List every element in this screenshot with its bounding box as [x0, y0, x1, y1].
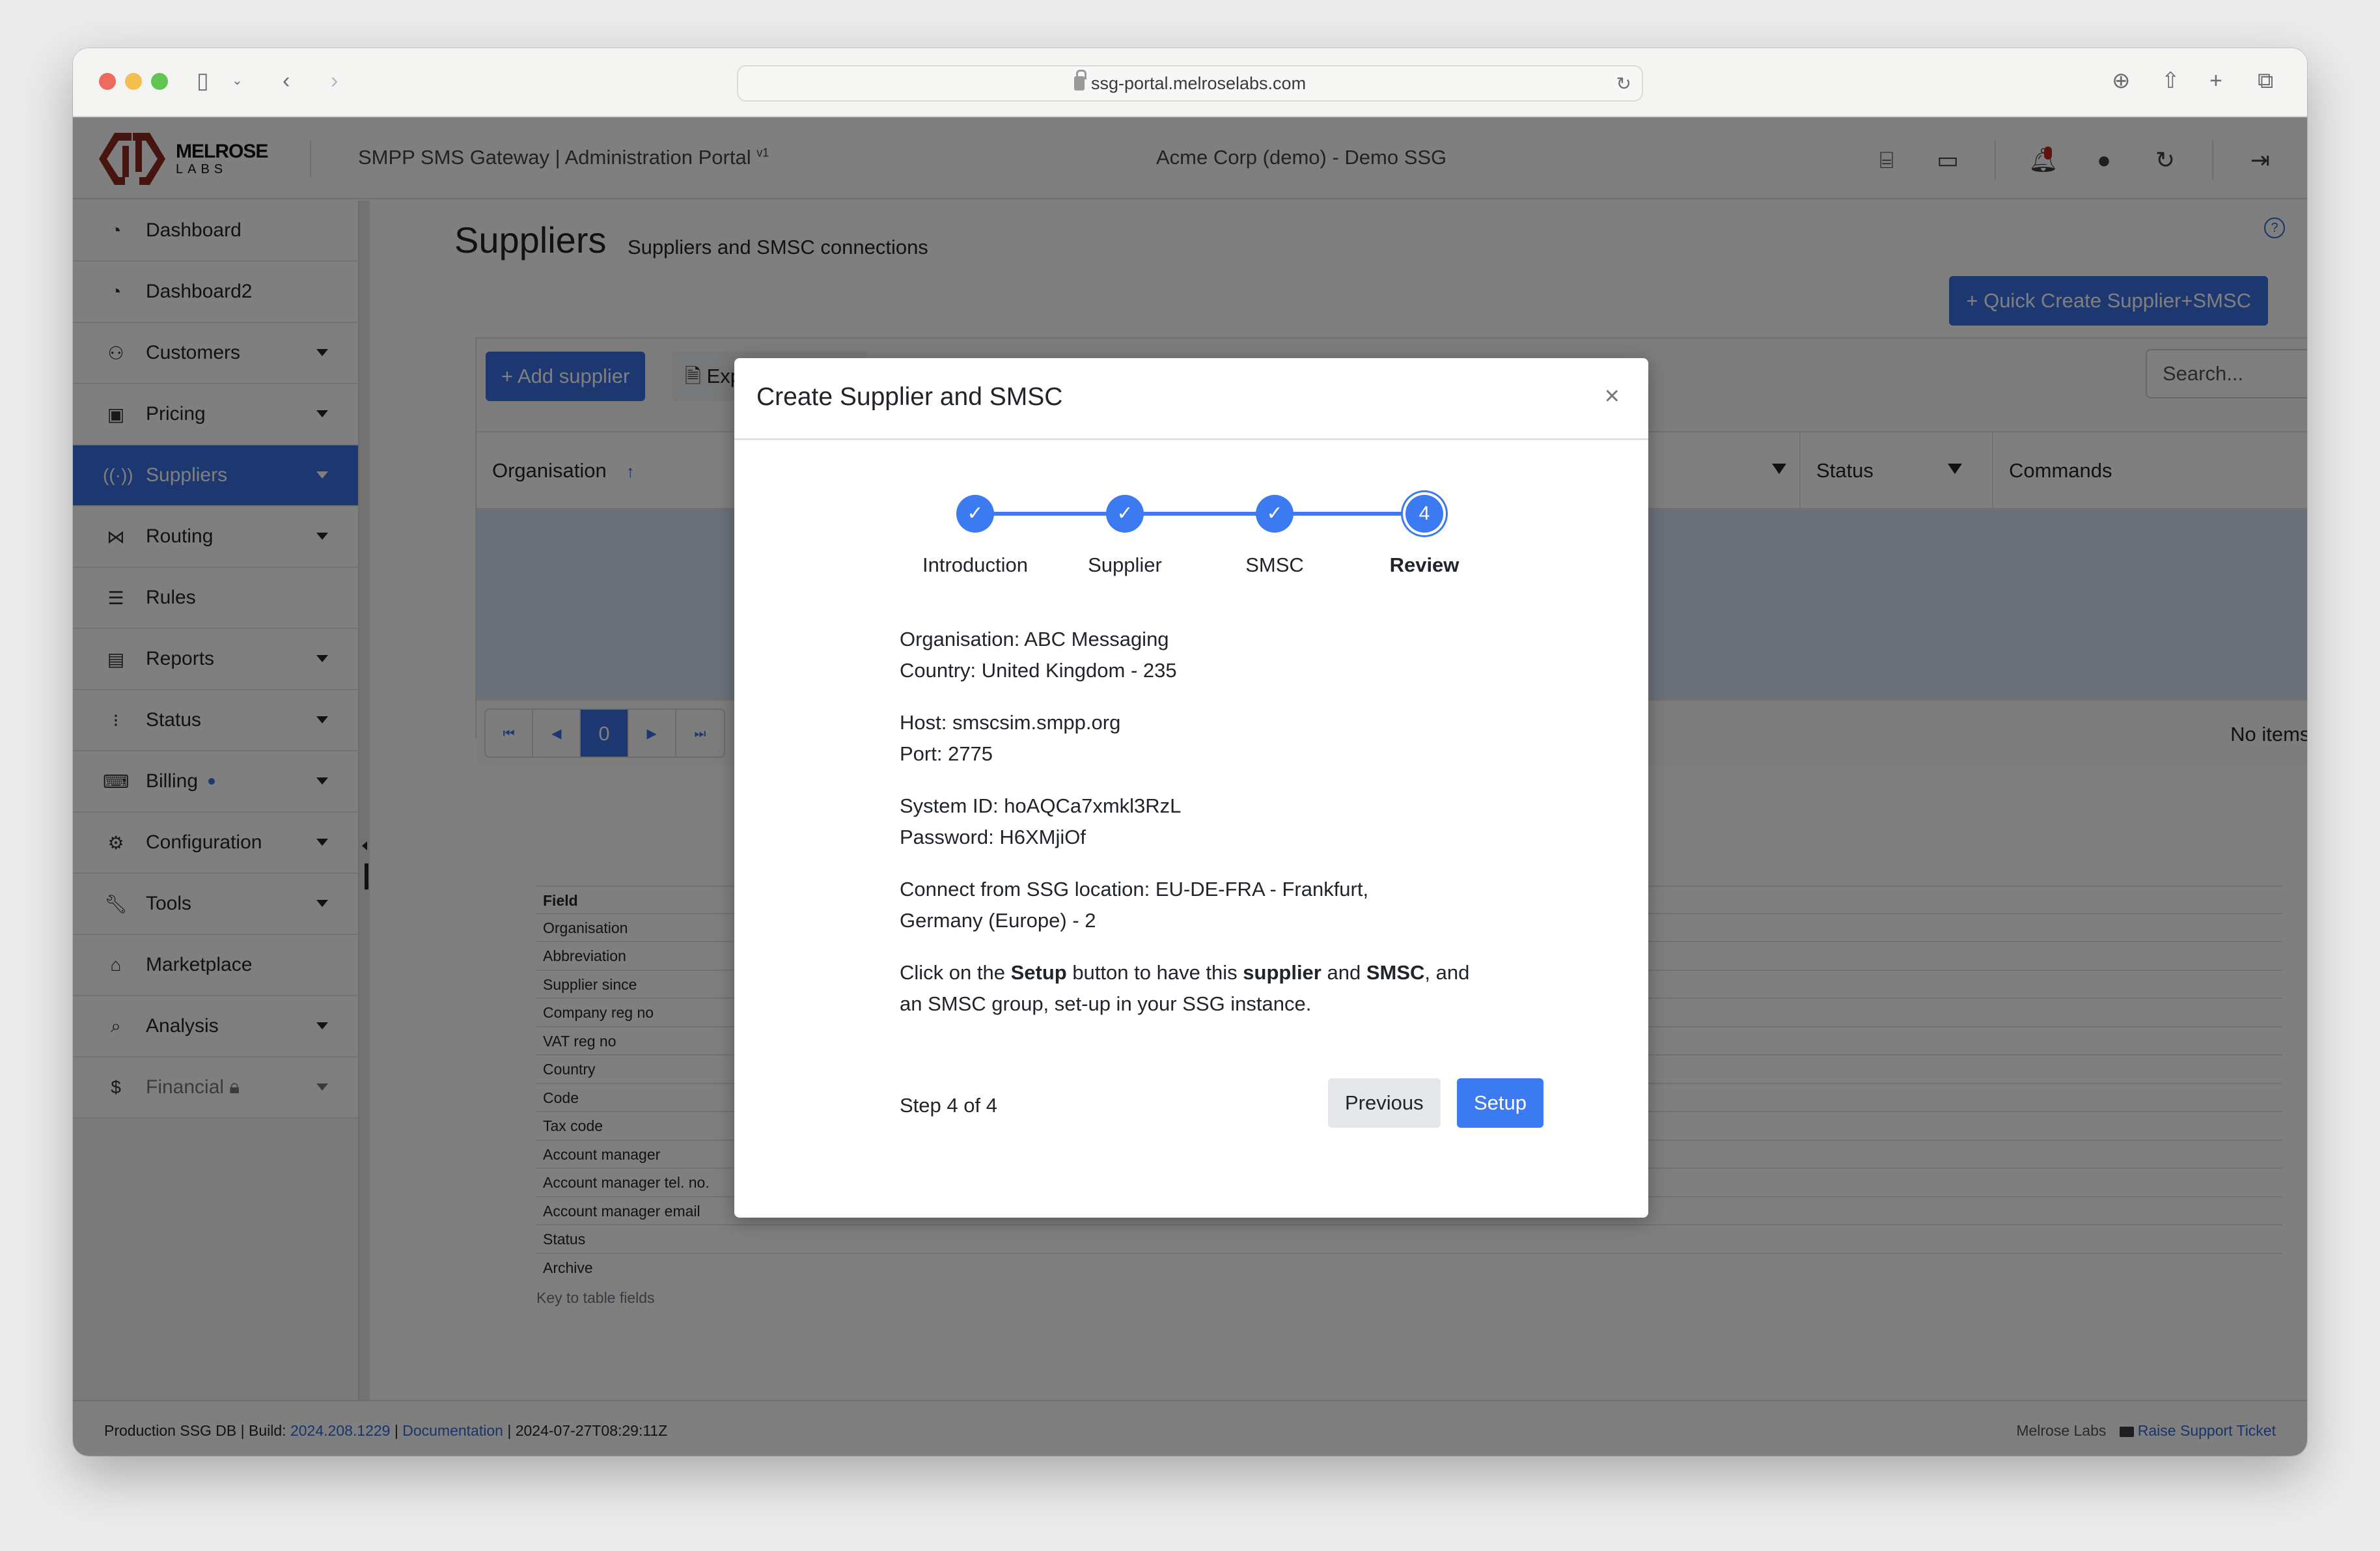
- step-supplier[interactable]: ✓ Supplier: [1053, 483, 1197, 577]
- review-country: Country: United Kingdom - 235: [900, 659, 1177, 682]
- step-number: 4: [1405, 495, 1443, 533]
- window-controls: [99, 73, 168, 90]
- new-tab-icon[interactable]: +: [2209, 68, 2222, 94]
- share-icon[interactable]: ⇧: [2161, 68, 2180, 94]
- step-label: Review: [1389, 553, 1460, 576]
- step-label: SMSC: [1245, 553, 1304, 576]
- review-summary: Organisation: ABC Messaging Country: Uni…: [900, 624, 1486, 1041]
- setup-button[interactable]: Setup: [1457, 1078, 1544, 1128]
- lock-icon: [1073, 70, 1086, 91]
- previous-button[interactable]: Previous: [1328, 1078, 1441, 1128]
- step-introduction[interactable]: ✓ Introduction: [904, 483, 1047, 577]
- review-port: Port: 2775: [900, 742, 993, 765]
- back-icon[interactable]: ‹: [283, 68, 290, 94]
- step-label: Supplier: [1088, 553, 1162, 576]
- instruction-text: Click on the: [900, 961, 1011, 984]
- review-system-id: System ID: hoAQCa7xmkl3RzL: [900, 794, 1182, 817]
- check-icon: ✓: [1106, 495, 1144, 533]
- instruction-text: and: [1321, 961, 1366, 984]
- sidebar-icon[interactable]: ▯: [197, 68, 209, 94]
- review-organisation-group: Organisation: ABC Messaging Country: Uni…: [900, 624, 1486, 686]
- review-location: Connect from SSG location: EU-DE-FRA - F…: [900, 878, 1369, 932]
- close-window-button[interactable]: [99, 73, 116, 90]
- step-smsc[interactable]: ✓ SMSC: [1203, 483, 1346, 577]
- browser-window: ▯ ⌄ ‹ › ssg-portal.melroselabs.com ↻ ⊕ ⇧…: [73, 48, 2307, 1456]
- reload-icon[interactable]: ↻: [1616, 73, 1631, 94]
- instruction-bold: SMSC: [1366, 961, 1425, 984]
- review-instructions: Click on the Setup button to have this s…: [900, 957, 1473, 1020]
- instruction-bold: supplier: [1243, 961, 1321, 984]
- step-indicator: Step 4 of 4: [900, 1094, 997, 1117]
- modal-title: Create Supplier and SMSC: [756, 383, 1063, 411]
- wizard-stepper: ✓ Introduction ✓ Supplier ✓ SMSC 4 Revie…: [904, 483, 1476, 576]
- review-password: Password: H6XMjiOf: [900, 826, 1086, 848]
- review-host: Host: smscsim.smpp.org: [900, 711, 1121, 734]
- download-icon[interactable]: ⊕: [2112, 68, 2131, 94]
- instruction-bold: Setup: [1010, 961, 1067, 984]
- url-text: ssg-portal.melroselabs.com: [1090, 73, 1307, 93]
- chevron-down-icon[interactable]: ⌄: [232, 68, 243, 94]
- check-icon: ✓: [1256, 495, 1294, 533]
- close-icon[interactable]: ×: [1605, 382, 1620, 411]
- review-organisation: Organisation: ABC Messaging: [900, 628, 1169, 650]
- review-connection-group: Host: smscsim.smpp.org Port: 2775: [900, 707, 1486, 770]
- instruction-text: button to have this: [1066, 961, 1243, 984]
- zoom-window-button[interactable]: [151, 73, 168, 90]
- review-credentials-group: System ID: hoAQCa7xmkl3RzL Password: H6X…: [900, 790, 1486, 853]
- create-supplier-modal: Create Supplier and SMSC × ✓ Introductio…: [734, 358, 1648, 1218]
- step-review[interactable]: 4 Review: [1353, 483, 1496, 577]
- tabs-overview-icon[interactable]: ⧉: [2258, 68, 2273, 94]
- modal-header: Create Supplier and SMSC ×: [734, 358, 1648, 440]
- browser-toolbar: ▯ ⌄ ‹ › ssg-portal.melroselabs.com ↻ ⊕ ⇧…: [73, 48, 2307, 117]
- forward-icon[interactable]: ›: [331, 68, 338, 94]
- check-icon: ✓: [956, 495, 994, 533]
- step-label: Introduction: [922, 553, 1028, 576]
- minimize-window-button[interactable]: [125, 73, 142, 90]
- address-bar[interactable]: ssg-portal.melroselabs.com ↻: [737, 65, 1643, 102]
